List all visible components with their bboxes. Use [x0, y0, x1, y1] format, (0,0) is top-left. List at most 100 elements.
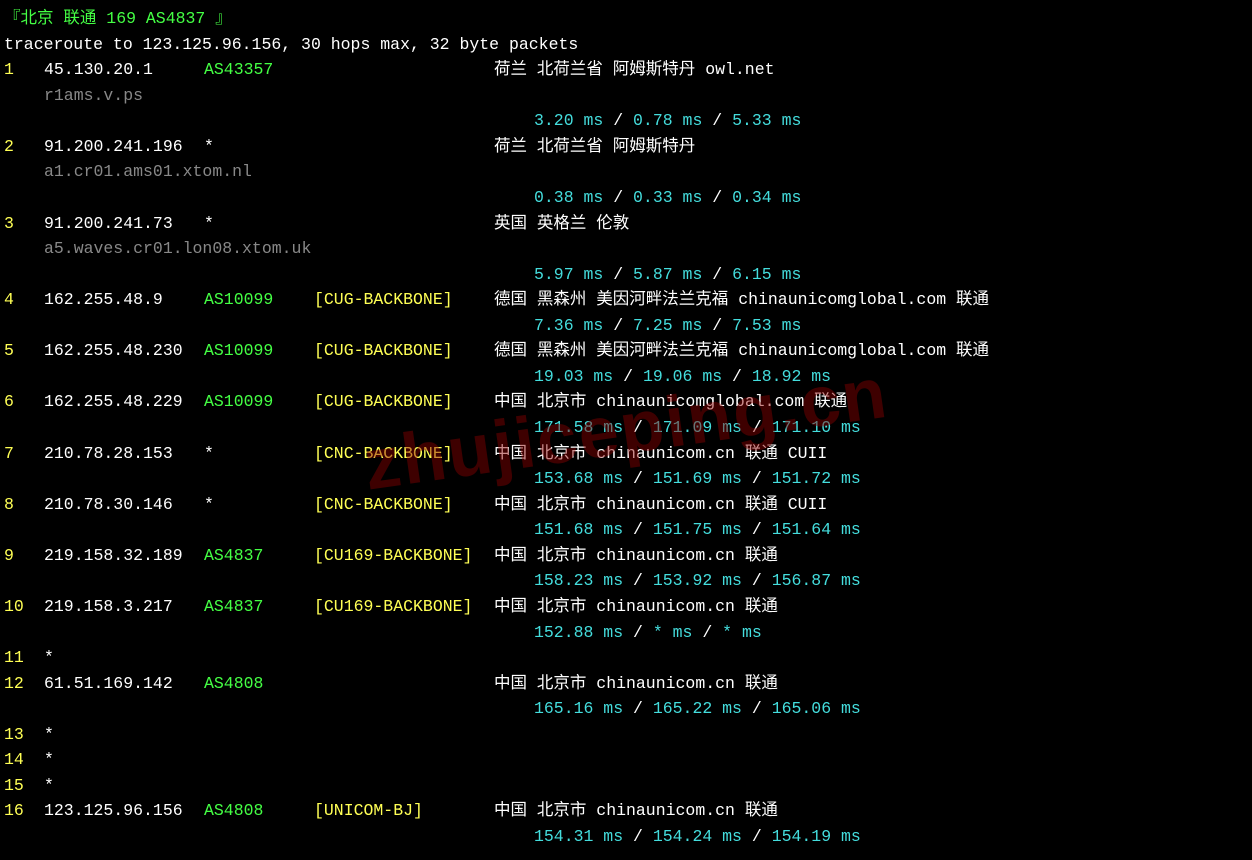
hop-ip: * [44, 722, 204, 748]
latency-separator: / [623, 699, 653, 718]
hop-location-info: 荷兰 北荷兰省 阿姆斯特丹 owl.net [494, 57, 775, 83]
hop-row: 6162.255.48.229AS10099[CUG-BACKBONE]中国 北… [4, 389, 1248, 415]
latency-separator: / [742, 469, 772, 488]
hop-list: 145.130.20.1AS43357荷兰 北荷兰省 阿姆斯特丹 owl.net… [4, 57, 1248, 849]
latency-value: 18.92 ms [752, 367, 831, 386]
hop-backbone-tag [314, 645, 494, 671]
hop-number: 9 [4, 543, 44, 569]
latency-value: 151.69 ms [653, 469, 742, 488]
latency-value: 0.78 ms [633, 111, 702, 130]
hop-ip: 219.158.3.217 [44, 594, 204, 620]
hop-backbone-tag: [CUG-BACKBONE] [314, 389, 494, 415]
hop-latency: 152.88 ms / * ms / * ms [4, 620, 1248, 646]
latency-separator: / [742, 827, 772, 846]
hop-location-info: 德国 黑森州 美因河畔法兰克福 chinaunicomglobal.com 联通 [494, 338, 989, 364]
latency-value: 171.09 ms [653, 418, 742, 437]
latency-separator: / [742, 520, 772, 539]
hop-backbone-tag: [CUG-BACKBONE] [314, 287, 494, 313]
latency-value: 152.88 ms [534, 623, 623, 642]
hop-ip: 123.125.96.156 [44, 798, 204, 824]
hop-ip: 162.255.48.229 [44, 389, 204, 415]
hop-latency: 3.20 ms / 0.78 ms / 5.33 ms [4, 108, 1248, 134]
hop-ip: 210.78.28.153 [44, 441, 204, 467]
latency-separator: / [623, 469, 653, 488]
latency-value: 7.53 ms [732, 316, 801, 335]
hop-row: 11* [4, 645, 1248, 671]
latency-value: 151.75 ms [653, 520, 742, 539]
hop-location-info: 中国 北京市 chinaunicom.cn 联通 CUII [494, 441, 827, 467]
hop-row: 4162.255.48.9AS10099[CUG-BACKBONE]德国 黑森州… [4, 287, 1248, 313]
hop-location-info: 中国 北京市 chinaunicom.cn 联通 [494, 594, 778, 620]
hop-row: 291.200.241.196*荷兰 北荷兰省 阿姆斯特丹 [4, 134, 1248, 160]
hop-asn [204, 773, 314, 799]
hop-row: 8210.78.30.146*[CNC-BACKBONE]中国 北京市 chin… [4, 492, 1248, 518]
latency-value: 156.87 ms [772, 571, 861, 590]
hop-row: 5162.255.48.230AS10099[CUG-BACKBONE]德国 黑… [4, 338, 1248, 364]
latency-separator: / [623, 520, 653, 539]
hop-ip: 219.158.32.189 [44, 543, 204, 569]
latency-value: * ms [722, 623, 762, 642]
latency-separator: / [603, 188, 633, 207]
hop-number: 11 [4, 645, 44, 671]
hop-number: 2 [4, 134, 44, 160]
hop-location-info: 荷兰 北荷兰省 阿姆斯特丹 [494, 134, 695, 160]
hop-location-info: 英国 英格兰 伦敦 [494, 211, 629, 237]
latency-value: 154.19 ms [772, 827, 861, 846]
hop-asn: AS4837 [204, 594, 314, 620]
hop-asn [204, 747, 314, 773]
latency-separator: / [702, 265, 732, 284]
hop-number: 13 [4, 722, 44, 748]
hop-number: 1 [4, 57, 44, 83]
hop-asn: AS10099 [204, 287, 314, 313]
hop-backbone-tag [314, 134, 494, 160]
hop-hostname: a1.cr01.ams01.xtom.nl [4, 159, 1248, 185]
latency-value: 7.25 ms [633, 316, 702, 335]
latency-value: 19.06 ms [643, 367, 722, 386]
hop-backbone-tag [314, 773, 494, 799]
hop-ip: * [44, 773, 204, 799]
hop-latency: 165.16 ms / 165.22 ms / 165.06 ms [4, 696, 1248, 722]
hop-asn: AS10099 [204, 338, 314, 364]
hop-row: 16123.125.96.156AS4808[UNICOM-BJ]中国 北京市 … [4, 798, 1248, 824]
hop-row: 13* [4, 722, 1248, 748]
hop-row: 145.130.20.1AS43357荷兰 北荷兰省 阿姆斯特丹 owl.net [4, 57, 1248, 83]
latency-value: 153.92 ms [653, 571, 742, 590]
hop-hostname: a5.waves.cr01.lon08.xtom.uk [4, 236, 1248, 262]
latency-value: 154.31 ms [534, 827, 623, 846]
hop-location-info: 中国 北京市 chinaunicom.cn 联通 [494, 798, 778, 824]
hop-row: 14* [4, 747, 1248, 773]
latency-separator: / [603, 111, 633, 130]
hop-asn: AS4808 [204, 671, 314, 697]
latency-separator: / [623, 571, 653, 590]
hop-ip: 162.255.48.9 [44, 287, 204, 313]
latency-separator: / [702, 111, 732, 130]
hop-backbone-tag [314, 57, 494, 83]
latency-value: 171.10 ms [772, 418, 861, 437]
hop-number: 3 [4, 211, 44, 237]
latency-separator: / [613, 367, 643, 386]
trace-title: 『北京 联通 169 AS4837 』 [4, 6, 1248, 32]
latency-value: 5.33 ms [732, 111, 801, 130]
latency-value: 5.87 ms [633, 265, 702, 284]
hop-backbone-tag: [CNC-BACKBONE] [314, 441, 494, 467]
hop-backbone-tag: [CNC-BACKBONE] [314, 492, 494, 518]
hop-row: 9219.158.32.189AS4837[CU169-BACKBONE]中国 … [4, 543, 1248, 569]
hop-row: 7210.78.28.153*[CNC-BACKBONE]中国 北京市 chin… [4, 441, 1248, 467]
hop-latency: 158.23 ms / 153.92 ms / 156.87 ms [4, 568, 1248, 594]
hop-location-info: 中国 北京市 chinaunicom.cn 联通 [494, 671, 778, 697]
latency-value: 165.16 ms [534, 699, 623, 718]
latency-value: 154.24 ms [653, 827, 742, 846]
hop-backbone-tag [314, 747, 494, 773]
hop-latency: 0.38 ms / 0.33 ms / 0.34 ms [4, 185, 1248, 211]
latency-value: 151.68 ms [534, 520, 623, 539]
hop-number: 15 [4, 773, 44, 799]
latency-value: 0.38 ms [534, 188, 603, 207]
hop-number: 14 [4, 747, 44, 773]
latency-value: 0.33 ms [633, 188, 702, 207]
latency-separator: / [742, 699, 772, 718]
hop-asn: AS43357 [204, 57, 314, 83]
latency-value: 6.15 ms [732, 265, 801, 284]
hop-number: 12 [4, 671, 44, 697]
hop-number: 7 [4, 441, 44, 467]
trace-header-line: traceroute to 123.125.96.156, 30 hops ma… [4, 32, 1248, 58]
